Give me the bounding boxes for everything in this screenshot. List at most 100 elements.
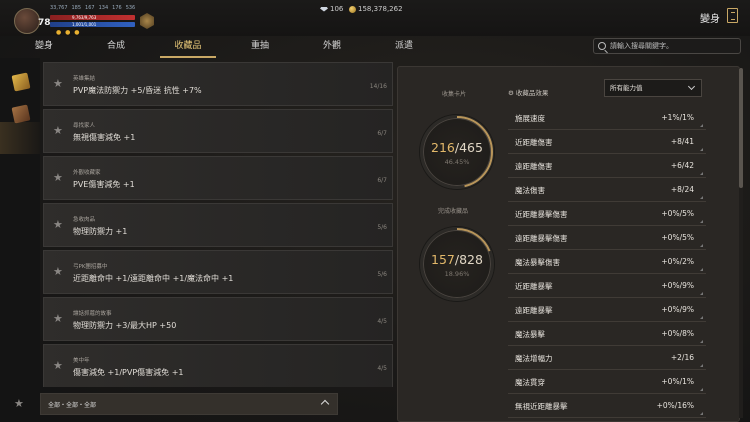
done-count-text: 157/828	[423, 252, 491, 267]
collection-row[interactable]: ★ 弓PK團招募中 近距離命中 +1/遠距離命中 +1/魔法命中 +1 5/6	[43, 250, 393, 294]
search-icon	[598, 42, 606, 50]
favorite-star-icon[interactable]: ★	[53, 171, 63, 184]
favorite-star-icon[interactable]: ★	[53, 312, 63, 325]
collection-list: ★ 英雄集結 PVP魔法防禦力 +5/昏迷 抗性 +7% 14/16 ★ 尋找家…	[43, 62, 393, 387]
collection-effect: 物理防禦力 +1	[73, 227, 128, 236]
collection-progress: 4/5	[377, 318, 387, 325]
gold-amount: 158,378,262	[358, 5, 403, 13]
stat-row: 遠距離暴擊傷害 +0%/5%	[508, 227, 706, 250]
stat-list-scrollbar[interactable]	[739, 68, 743, 418]
favorite-star-icon[interactable]: ★	[53, 218, 63, 231]
done-label: 完成收藏品	[438, 208, 469, 215]
stat-name: 遠距離暴擊	[515, 306, 553, 315]
collection-effect: PVP魔法防禦力 +5/昏迷 抗性 +7%	[73, 86, 202, 95]
stat-value: +0%/5%	[661, 233, 694, 242]
effect-stat-list: 施展速度 +1%/1% 近距離傷害 +8/41 遠距離傷害 +6/42 魔法傷害 +8/…	[508, 107, 706, 422]
stat-value: +2/16	[670, 353, 694, 362]
stat-name: 施展速度	[515, 114, 545, 123]
collection-progress: 14/16	[369, 83, 387, 90]
top-bar: 78 33,767 185 167 134 176 536 9,763/9,76…	[0, 0, 750, 36]
collection-row[interactable]: ★ 急收肉品 物理防禦力 +1 5/6	[43, 203, 393, 247]
collection-progress: 5/6	[377, 224, 387, 231]
stat-name: 無視近距離暴擊	[515, 402, 568, 411]
tab-collection[interactable]: 收藏品	[152, 36, 224, 58]
collection-category: 美中年	[73, 358, 90, 364]
filter-label: 全部・全部・全部	[48, 401, 97, 409]
diamond-icon	[320, 6, 328, 12]
stat-value: +0%/1%	[661, 377, 694, 386]
collection-effect: 傷害減免 +1/PVP傷害減免 +1	[73, 368, 184, 377]
card-collection-icon[interactable]	[11, 72, 31, 92]
stat-name: 魔法增幅力	[515, 354, 553, 363]
chevron-up-icon	[320, 399, 330, 409]
corner-mark-icon	[700, 340, 703, 343]
stat-row: 魔法增幅力 +2/16	[508, 347, 706, 370]
cards-count-text: 216/465	[423, 140, 491, 155]
stat-row: 魔法貫穿 +0%/1%	[508, 371, 706, 394]
tab-transform[interactable]: 變身	[8, 36, 80, 58]
collection-category: 英雄集結	[73, 76, 96, 82]
stat-value: +0%/9%	[661, 281, 694, 290]
stat-value: 33,767	[50, 5, 68, 11]
favorite-star-icon[interactable]: ★	[53, 359, 63, 372]
player-avatar[interactable]	[14, 8, 40, 34]
player-stats: 33,767 185 167 134 176 536	[50, 5, 135, 14]
collection-row[interactable]: ★ 尋找家人 無視傷害減免 +1 6/7	[43, 109, 393, 153]
filter-dropdown[interactable]: 全部・全部・全部	[40, 393, 338, 415]
stat-filter-dropdown[interactable]: 所有能力值	[604, 79, 702, 97]
tab-reroll[interactable]: 重抽	[224, 36, 296, 58]
clan-emblem-icon[interactable]	[140, 13, 154, 29]
stat-value: 167	[85, 5, 95, 11]
favorite-star-icon[interactable]: ★	[53, 77, 63, 90]
tab-dispatch[interactable]: 派遣	[368, 36, 440, 58]
stat-value: 134	[98, 5, 109, 11]
exit-icon[interactable]	[727, 8, 738, 23]
favorite-star-icon[interactable]: ★	[53, 124, 63, 137]
stat-value: +0%/16%	[656, 401, 694, 410]
gem-currency: 106	[320, 5, 343, 13]
collection-row[interactable]: ★ 外觀收藏家 PVE傷害減免 +1 6/7	[43, 156, 393, 200]
cards-count: 216	[431, 140, 455, 155]
scrollbar-thumb[interactable]	[739, 68, 743, 188]
collection-row[interactable]: ★ 美中年 傷害減免 +1/PVP傷害減免 +1 4/5	[43, 344, 393, 387]
gold-coin-icon	[349, 5, 356, 13]
collection-effect: PVE傷害減免 +1	[73, 180, 135, 189]
collection-effect: 物理防禦力 +3/最大HP +50	[73, 321, 177, 330]
collection-effect: 無視傷害減免 +1	[73, 133, 136, 142]
gold-currency: 158,378,262	[349, 5, 403, 13]
tab-synthesis[interactable]: 合成	[80, 36, 152, 58]
stat-filter-value: 所有能力值	[610, 84, 643, 92]
stat-value: +0%/5%	[661, 209, 694, 218]
stat-value: +0%/2%	[661, 257, 694, 266]
stat-name: 魔法暴擊傷害	[515, 258, 560, 267]
search-input[interactable]	[610, 42, 735, 50]
stat-name: 遠距離暴擊傷害	[515, 234, 568, 243]
cards-percent: 46.45%	[444, 158, 470, 166]
done-total: /828	[454, 252, 483, 267]
collection-row[interactable]: ★ 英雄集結 PVP魔法防禦力 +5/昏迷 抗性 +7% 14/16	[43, 62, 393, 106]
corner-mark-icon	[700, 364, 703, 367]
corner-mark-icon	[700, 412, 703, 415]
stat-row: 近距離暴擊傷害 +0%/5%	[508, 203, 706, 226]
collection-category: 外觀收藏家	[73, 170, 101, 176]
favorite-star-icon[interactable]: ★	[53, 265, 63, 278]
collection-category: 尋找家人	[73, 123, 96, 129]
tab-appearance[interactable]: 外觀	[296, 36, 368, 58]
cards-total: /465	[454, 140, 483, 155]
favorite-filter-star-icon[interactable]: ★	[14, 397, 24, 410]
search-box[interactable]	[593, 38, 741, 54]
stat-row: 遠距離暴擊 +0%/9%	[508, 299, 706, 322]
collection-progress: 4/5	[377, 365, 387, 372]
corner-mark-icon	[700, 148, 703, 151]
tab-bar: 變身 合成 收藏品 重抽 外觀 派遣	[0, 36, 590, 58]
corner-mark-icon	[700, 268, 703, 271]
corner-mark-icon	[700, 124, 703, 127]
item-collection-icon[interactable]	[11, 104, 31, 124]
collection-row[interactable]: ★ 讓話抓蔻的故事 物理防禦力 +3/最大HP +50 4/5	[43, 297, 393, 341]
buff-icons: ● ● ●	[56, 29, 81, 36]
player-level: 78	[38, 18, 51, 28]
collection-progress: 5/6	[377, 271, 387, 278]
collection-category: 讓話抓蔻的故事	[73, 311, 112, 317]
effects-label: ⚙ 收藏品效果	[508, 89, 549, 97]
stat-name: 魔法傷害	[515, 186, 545, 195]
